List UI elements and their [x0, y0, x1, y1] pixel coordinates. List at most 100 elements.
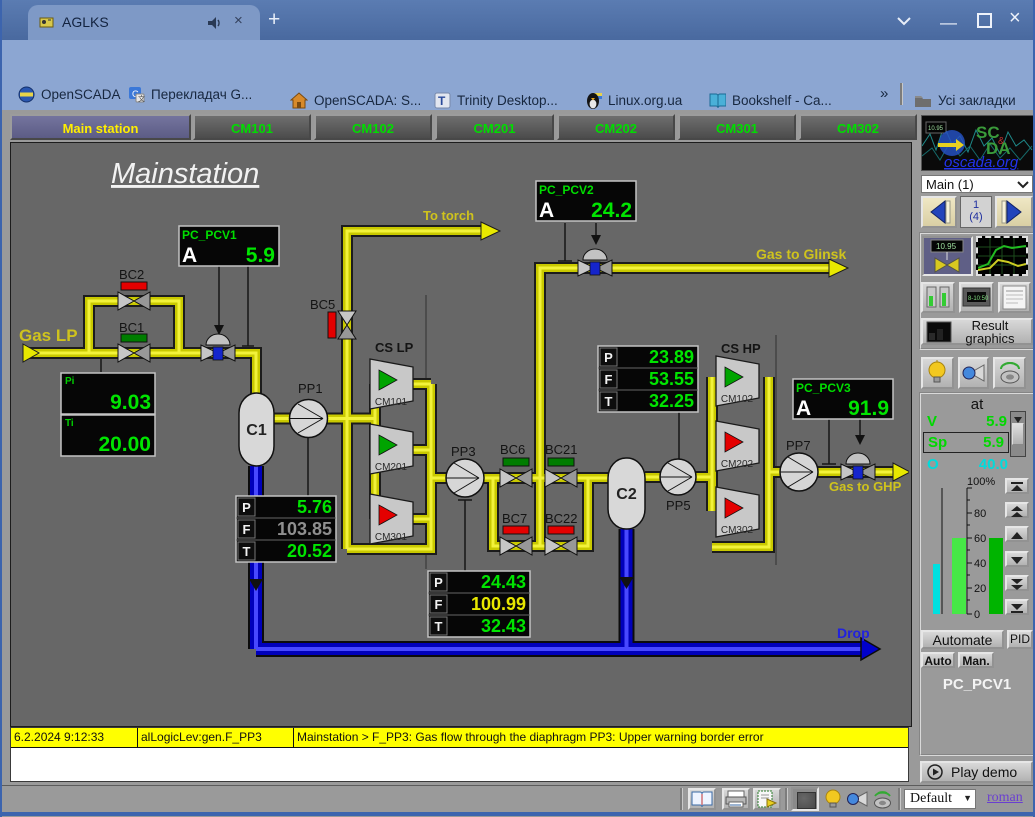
- control-valve-pcv1[interactable]: [201, 334, 235, 361]
- play-demo-button[interactable]: Play demo: [920, 761, 1033, 783]
- orifice-pp1[interactable]: [290, 400, 328, 438]
- svg-text:F: F: [605, 372, 613, 387]
- compressor-cm201[interactable]: CM201: [370, 424, 413, 474]
- window-close-button[interactable]: ×: [1009, 10, 1021, 27]
- page-prev-button[interactable]: [921, 196, 957, 228]
- new-tab-button[interactable]: +: [268, 8, 280, 32]
- svg-text:T: T: [435, 619, 443, 634]
- orifice-pp5[interactable]: [660, 459, 696, 495]
- label-drop: Drop: [837, 625, 870, 641]
- play-icon: [927, 764, 943, 780]
- alarm-row[interactable]: 6.2.2024 9:12:33 alLogicLev:gen.F_PP3 Ma…: [11, 728, 908, 748]
- compressor-cm101[interactable]: CM101: [370, 359, 413, 409]
- window-maximize-button[interactable]: [977, 13, 992, 28]
- tab-cm101[interactable]: CM101: [193, 114, 311, 140]
- svg-text:PC_PCV2: PC_PCV2: [539, 183, 594, 197]
- spin-down-fast-button[interactable]: [1005, 575, 1029, 591]
- setpoint-scrollbar[interactable]: [1010, 411, 1026, 457]
- tab-cm302[interactable]: CM302: [799, 114, 917, 140]
- vessel-c1[interactable]: C1: [239, 393, 274, 466]
- svg-text:32.43: 32.43: [481, 616, 526, 636]
- orifice-pp7[interactable]: [780, 453, 818, 491]
- spin-top-button[interactable]: [1005, 478, 1029, 494]
- view-graph-button[interactable]: [976, 236, 1028, 276]
- display-pi[interactable]: Pi 9.03: [61, 373, 155, 414]
- compressor-cm302[interactable]: CM302: [716, 487, 759, 537]
- alarm-source: alLogicLev:gen.F_PP3: [138, 728, 294, 747]
- tab-cm301[interactable]: CM301: [678, 114, 796, 140]
- view-trend-button[interactable]: 8-10:50: [959, 282, 994, 313]
- window-titlebar: AGLKS × + — ×: [2, 0, 1035, 40]
- compressor-cm301[interactable]: CM301: [370, 494, 413, 544]
- svg-text:BC7: BC7: [502, 511, 527, 526]
- orifice-pp3[interactable]: [446, 459, 484, 497]
- doc-book-icon[interactable]: [688, 788, 716, 810]
- auto-button[interactable]: Auto: [921, 652, 955, 668]
- tab-main-station[interactable]: Main station: [10, 114, 191, 140]
- setpoint-box[interactable]: Sp 5.9: [923, 432, 1009, 453]
- display-pft-cshp[interactable]: P F T 23.89 53.55 32.25: [598, 346, 698, 412]
- tab-audio-icon[interactable]: [206, 16, 222, 30]
- status-speaker-icon[interactable]: [870, 788, 894, 810]
- spin-down-button[interactable]: [1005, 551, 1029, 567]
- control-valve-pcv2[interactable]: [578, 249, 612, 276]
- svg-text:CM101: CM101: [375, 397, 408, 408]
- compressor-cm102[interactable]: CM102: [716, 356, 759, 406]
- view-gauges-button[interactable]: [921, 282, 955, 313]
- svg-text:T: T: [243, 544, 251, 559]
- output-label: O: [927, 456, 939, 473]
- svg-text:0: 0: [974, 609, 980, 621]
- shade-button[interactable]: [791, 787, 819, 811]
- spin-up-fast-button[interactable]: [1005, 502, 1029, 518]
- display-pc-pcv3[interactable]: PC_PCV3 A 91.9: [793, 379, 893, 420]
- tab-close-icon[interactable]: ×: [234, 12, 243, 29]
- horn-button[interactable]: [958, 357, 989, 389]
- status-lamp-icon[interactable]: [822, 788, 844, 810]
- compressor-cm202[interactable]: CM202: [716, 421, 759, 471]
- display-pc-pcv2[interactable]: PC_PCV2 A 24.2: [536, 181, 636, 222]
- user-link[interactable]: roman: [987, 790, 1023, 806]
- manual-button[interactable]: Man.: [958, 652, 994, 668]
- display-ti[interactable]: Ti 20.00: [61, 415, 155, 456]
- page-next-button[interactable]: [995, 196, 1033, 228]
- tab-cm202[interactable]: CM202: [557, 114, 675, 140]
- export-icon[interactable]: [753, 788, 781, 810]
- spin-bottom-button[interactable]: [1005, 599, 1029, 615]
- bookmark-openscada[interactable]: OpenSCADA: [18, 78, 121, 110]
- control-valve-pcv3[interactable]: [841, 453, 875, 480]
- result-graphics-button[interactable]: Result graphics: [921, 318, 1033, 345]
- oscada-logo[interactable]: 10.95 SC & DA oscada.org: [921, 115, 1035, 171]
- svg-text:Pi: Pi: [65, 376, 75, 387]
- status-horn-icon[interactable]: [845, 788, 869, 810]
- style-select[interactable]: Default ▼: [904, 789, 976, 809]
- alarm-message: Mainstation > F_PP3: Gas flow through th…: [294, 728, 908, 747]
- svg-text:32.25: 32.25: [649, 391, 694, 411]
- display-pft-pp3[interactable]: P F T 24.43 100.99 32.43: [428, 571, 530, 637]
- project-select[interactable]: Main (1): [921, 175, 1033, 193]
- bookmark-translate[interactable]: G文 Перекладач G...: [128, 78, 252, 110]
- pid-button[interactable]: PID: [1007, 630, 1033, 649]
- browser-tab[interactable]: AGLKS ×: [28, 5, 260, 40]
- window-chevron-icon[interactable]: [895, 15, 913, 27]
- tab-cm201[interactable]: CM201: [435, 114, 554, 140]
- view-document-button[interactable]: [998, 282, 1031, 313]
- svg-text:PC_PCV1: PC_PCV1: [182, 228, 237, 242]
- lamp-button[interactable]: [921, 357, 954, 389]
- automate-button[interactable]: Automate: [921, 630, 1004, 649]
- scheme-title: Mainstation: [111, 158, 259, 190]
- v-value: 5.9: [957, 413, 1007, 430]
- display-pft-c1[interactable]: P F T 5.76 103.85 20.52: [236, 496, 336, 562]
- print-icon[interactable]: [722, 788, 750, 810]
- svg-text:文: 文: [138, 94, 145, 103]
- display-pc-pcv1[interactable]: PC_PCV1 A 5.9: [179, 226, 279, 267]
- svg-text:24.2: 24.2: [591, 199, 632, 222]
- tab-cm102[interactable]: CM102: [314, 114, 432, 140]
- label-gas-lp: Gas LP: [19, 326, 78, 345]
- speaker-button[interactable]: [993, 357, 1026, 389]
- spin-up-button[interactable]: [1005, 526, 1029, 542]
- view-scheme-button[interactable]: 10.95: [922, 236, 973, 276]
- bookmarks-overflow-chevron[interactable]: »: [880, 85, 888, 102]
- window-minimize-button[interactable]: —: [940, 14, 957, 31]
- vessel-c2[interactable]: C2: [608, 458, 645, 529]
- tab-title: AGLKS: [62, 14, 109, 30]
